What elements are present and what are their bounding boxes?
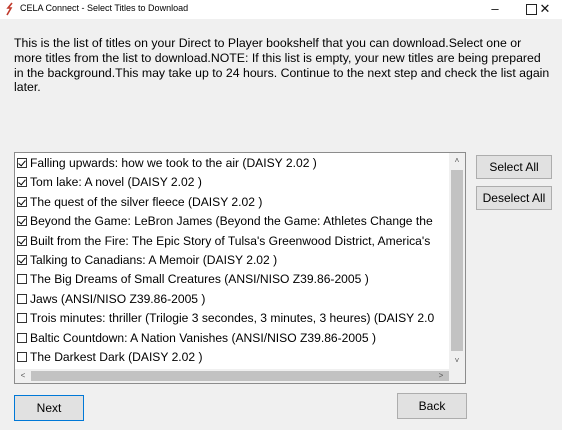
close-icon: ✕ [539,1,551,16]
scroll-down-icon[interactable]: ˅ [449,353,465,369]
title-list-item[interactable]: The Darkest Dark (DAISY 2.02 ) [17,348,454,367]
checkbox-unchecked-icon[interactable] [17,274,27,285]
title-list-item[interactable]: Falling upwards: how we took to the air … [17,154,454,173]
vertical-scroll-thumb[interactable] [451,170,463,351]
title-label: Beyond the Game: LeBron James (Beyond th… [30,214,433,229]
titles-list: Falling upwards: how we took to the air … [17,154,454,383]
instructions-text: This is the list of titles on your Direc… [14,36,550,95]
title-label: Baltic Countdown: A Nation Vanishes (ANS… [30,330,376,345]
title-label: Talking to Canadians: A Memoir (DAISY 2.… [30,252,278,267]
title-label: Falling upwards: how we took to the air … [30,156,317,170]
horizontal-scroll-thumb[interactable] [31,371,449,381]
scroll-right-icon[interactable]: > [433,368,449,383]
title-label: The Big Dreams of Small Creatures (ANSI/… [30,272,369,287]
title-list-item[interactable]: Built from the Fire: The Epic Story of T… [17,232,454,251]
titles-listbox[interactable]: Falling upwards: how we took to the air … [14,152,466,384]
vertical-scrollbar[interactable]: ˄ ˅ [449,153,465,369]
select-all-button[interactable]: Select All [476,155,552,179]
cela-app-icon [6,2,13,16]
title-list-item[interactable]: Jaws (ANSI/NISO Z39.86-2005 ) [17,290,454,309]
checkbox-unchecked-icon[interactable] [17,332,27,343]
title-list-item[interactable]: Baltic Countdown: A Nation Vanishes (ANS… [17,329,454,348]
title-label: Tom lake: A novel (DAISY 2.02 ) [30,175,202,190]
checkbox-checked-icon[interactable] [17,216,27,227]
title-label: Trois minutes: thriller (Trilogie 3 seco… [30,311,435,326]
checkbox-unchecked-icon[interactable] [17,313,27,324]
checkbox-unchecked-icon[interactable] [17,293,27,304]
title-list-item[interactable]: Trois minutes: thriller (Trilogie 3 seco… [17,309,454,328]
title-list-item[interactable]: Tom lake: A novel (DAISY 2.02 ) [17,173,454,192]
checkbox-checked-icon[interactable] [17,196,27,207]
title-list-item[interactable]: Beyond the Game: LeBron James (Beyond th… [17,212,454,231]
minimize-icon: – [491,1,499,16]
scroll-left-icon[interactable]: < [15,368,31,383]
title-label: The quest of the silver fleece (DAISY 2.… [30,194,263,209]
title-label: Built from the Fire: The Epic Story of T… [30,233,431,248]
title-label: Jaws (ANSI/NISO Z39.86-2005 ) [30,291,206,306]
window-title: CELA Connect - Select Titles to Download [20,3,189,13]
horizontal-scrollbar[interactable]: < > [15,369,465,383]
title-list-item[interactable]: Talking to Canadians: A Memoir (DAISY 2.… [17,251,454,270]
next-button[interactable]: Next [14,395,84,421]
checkbox-checked-icon[interactable] [17,177,27,188]
title-list-item[interactable]: The quest of the silver fleece (DAISY 2.… [17,193,454,212]
checkbox-checked-icon[interactable] [17,254,27,265]
close-button[interactable]: ✕ [528,0,562,19]
title-bar: CELA Connect - Select Titles to Download… [0,0,562,19]
checkbox-checked-icon[interactable] [17,235,27,246]
title-label: The Darkest Dark (DAISY 2.02 ) [30,349,203,364]
scroll-up-icon[interactable]: ˄ [449,153,465,169]
title-list-item[interactable]: The Big Dreams of Small Creatures (ANSI/… [17,270,454,289]
deselect-all-button[interactable]: Deselect All [476,186,552,210]
checkbox-checked-icon[interactable] [17,158,27,168]
back-button[interactable]: Back [397,393,467,419]
minimize-button[interactable]: – [478,0,512,19]
checkbox-unchecked-icon[interactable] [17,351,27,362]
